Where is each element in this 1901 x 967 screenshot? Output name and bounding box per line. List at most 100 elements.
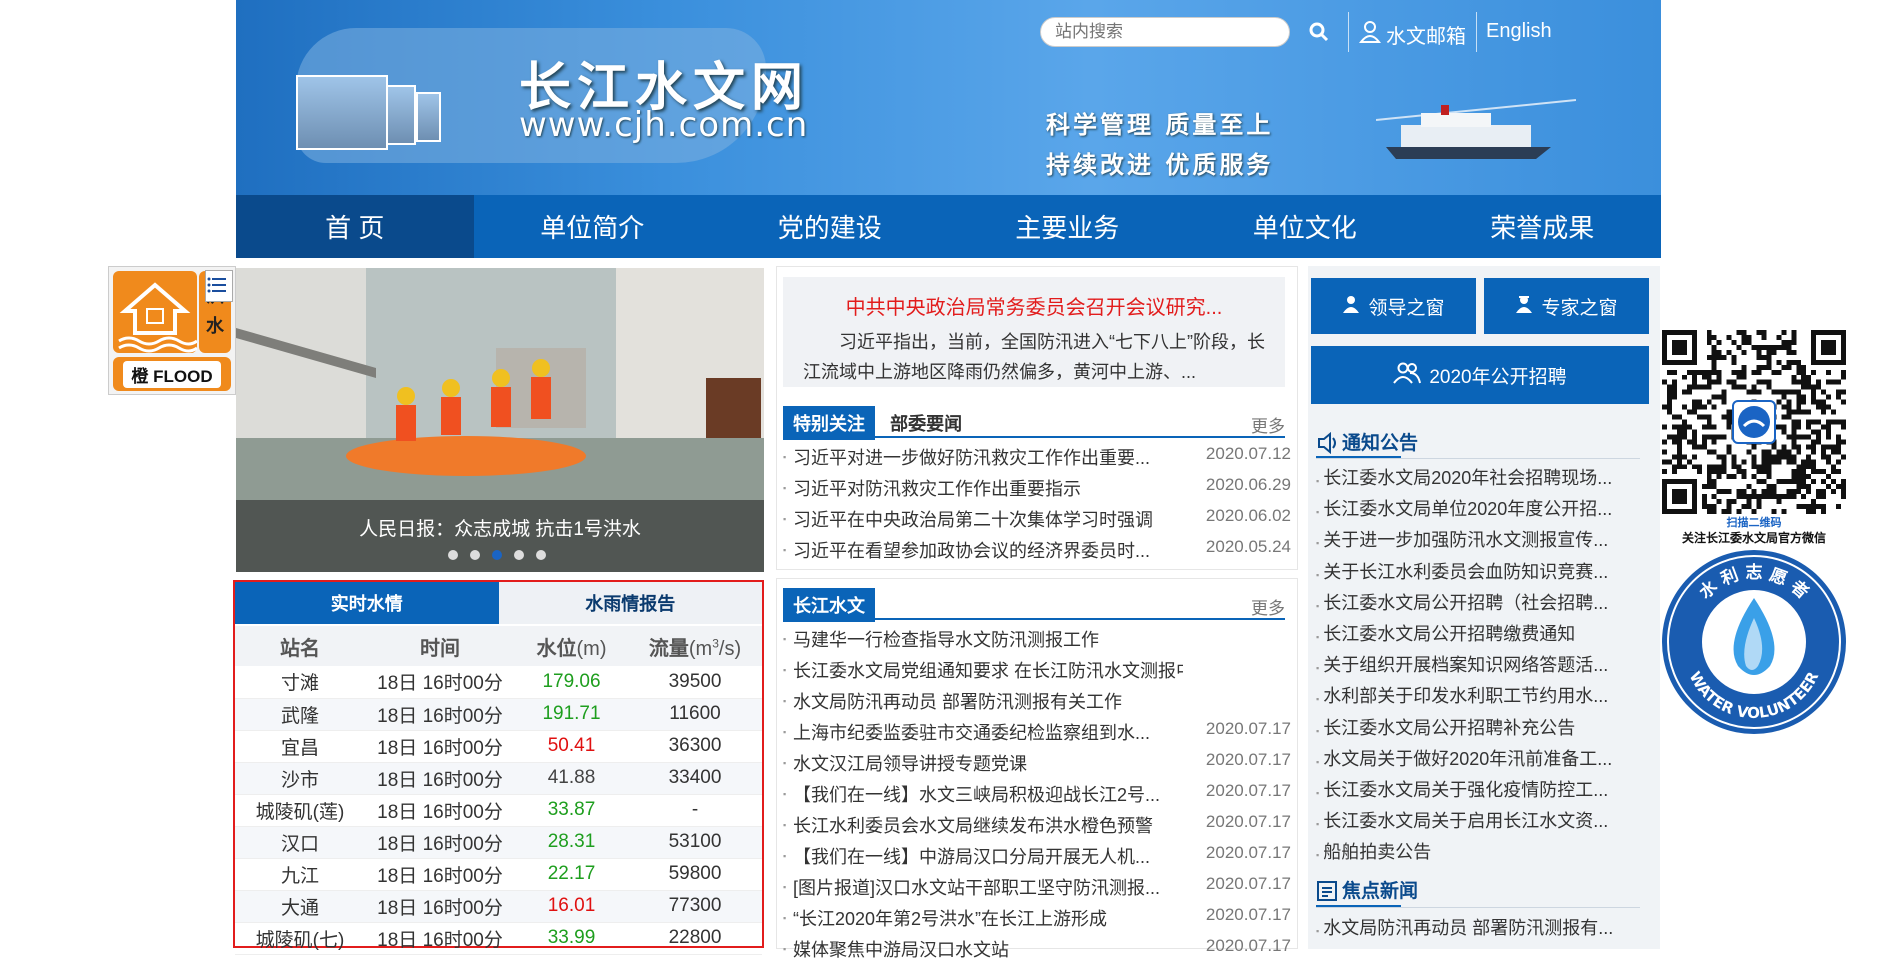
carousel-dot[interactable] [448,550,458,560]
news-item[interactable]: ▪ 水文汉江局领导讲授专题党课 2020.07.17 [783,750,1291,781]
nav-about[interactable]: 单位简介 [474,195,712,258]
news-item[interactable]: ▪ 【我们在一线】中游局汉口分局开展无人机... 2020.07.17 [783,843,1291,874]
news-title[interactable]: 【我们在一线】水文三峡局积极迎战长江2号... [793,781,1183,807]
nav-culture[interactable]: 单位文化 [1186,195,1424,258]
bullet-icon: ▪ [1316,694,1320,705]
cjsw-more-link[interactable]: 更多 [1251,594,1285,619]
table-row[interactable]: 沙市 18日 16时00分 41.88 33400 [235,762,762,795]
list-item[interactable]: ▪ 关于进一步加强防汛水文测报宣传... [1316,526,1636,557]
tab-ministry-news[interactable]: 部委要闻 [880,406,972,440]
news-title[interactable]: 水文汉江局领导讲授专题党课 [793,750,1183,776]
list-item[interactable]: ▪ 长江委水文局公开招聘补充公告 [1316,714,1636,745]
table-row[interactable]: 武隆 18日 16时00分 191.71 11600 [235,698,762,731]
focus-title[interactable]: 焦点新闻 [1342,881,1418,902]
table-row[interactable]: 城陵矶(七) 18日 16时00分 33.99 22800 [235,922,762,955]
search-icon[interactable] [1307,20,1331,44]
news-title[interactable]: 上海市纪委监委驻市交通委纪检监察组到水... [793,719,1183,745]
special-news-list: ▪ 习近平对进一步做好防汛救灾工作作出重要... 2020.07.12 ▪ 习近平对防汛… [783,438,1291,562]
news-title[interactable]: 媒体聚焦中游局汉口水文站 [793,936,1183,962]
tab-cjsw[interactable]: 长江水文 [783,588,875,622]
station-cell: 宜昌 [235,730,365,763]
news-title[interactable]: 长江委水文局党组通知要求 在长江防汛水文测报中充分... [793,657,1183,683]
news-item[interactable]: ▪ 习近平在中央政治局第二十次集体学习时强调 2020.06.02 [783,506,1291,537]
notice-title[interactable]: 通知公告 [1342,433,1418,454]
news-title[interactable]: 习近平在看望参加政协会议的经济界委员时... [793,537,1183,563]
news-title[interactable]: 习近平在中央政治局第二十次集体学习时强调 [793,506,1183,532]
carousel-dot[interactable] [470,550,480,560]
news-item[interactable]: ▪ 长江委水文局党组通知要求 在长江防汛水文测报中充分... [783,657,1291,688]
news-item[interactable]: ▪ 习近平对进一步做好防汛救灾工作作出重要... 2020.07.12 [783,444,1291,475]
list-icon[interactable] [205,270,233,302]
carousel-dot[interactable] [536,550,546,560]
special-more-link[interactable]: 更多 [1251,412,1285,437]
station-cell: 沙市 [235,762,365,795]
list-item[interactable]: ▪ 长江委水文局公开招聘（社会招聘... [1316,589,1636,620]
list-item[interactable]: ▪ 船舶拍卖公告 [1316,838,1636,869]
nav-honors[interactable]: 荣誉成果 [1424,195,1662,258]
list-item[interactable]: ▪ 长江委水文局公开招聘缴费通知 [1316,620,1636,651]
list-item[interactable]: ▪长江委水文局党组通知要求 在长江... [1316,945,1636,949]
list-item[interactable]: ▪ 长江委水文局关于强化疫情防控工... [1316,776,1636,807]
news-title[interactable]: 习近平对防汛救灾工作作出重要指示 [793,475,1183,501]
table-row[interactable]: 九江 18日 16时00分 22.17 59800 [235,858,762,891]
news-item[interactable]: ▪ 媒体聚焦中游局汉口水文站 2020.07.17 [783,936,1291,967]
table-row[interactable]: 大通 18日 16时00分 16.01 77300 [235,890,762,923]
main-nav: 首 页 单位简介 党的建设 主要业务 单位文化 荣誉成果 [236,195,1661,258]
search-input[interactable] [1040,17,1290,47]
carousel-dot[interactable] [514,550,524,560]
list-item[interactable]: ▪ 关于组织开展档案知识网络答题活... [1316,651,1636,682]
news-item[interactable]: ▪ 习近平对防汛救灾工作作出重要指示 2020.06.29 [783,475,1291,506]
news-item[interactable]: ▪ 长江水利委员会水文局继续发布洪水橙色预警 2020.07.17 [783,812,1291,843]
table-row[interactable]: 寸滩 18日 16时00分 179.06 39500 [235,666,762,699]
news-item[interactable]: ▪ 水文局防汛再动员 部署防汛测报有关工作 [783,688,1291,719]
flood-level-text: 橙 FLOOD [123,360,221,388]
carousel-dot-active[interactable] [492,550,502,560]
mail-link[interactable]: 水文邮箱 [1386,20,1466,49]
list-item[interactable]: ▪ 长江委水文局2020年社会招聘现场... [1316,464,1636,495]
news-item[interactable]: ▪ 马建华一行检查指导水文防汛测报工作 [783,626,1291,657]
news-title[interactable]: [图片报道]汉口水文站干部职工坚守防汛测报... [793,874,1183,900]
english-link[interactable]: English [1486,20,1552,43]
nav-business[interactable]: 主要业务 [949,195,1187,258]
tab-realtime-water[interactable]: 实时水情 [235,582,499,624]
headline-box: 中共中央政治局常务委员会召开会议研究... 习近平指出，当前，全国防汛进入“七下… [783,277,1285,387]
nav-home[interactable]: 首 页 [236,195,474,258]
time-cell: 18日 16时00分 [365,922,515,955]
station-cell: 城陵矶(莲) [235,794,365,827]
news-item[interactable]: ▪ 习近平在看望参加政协会议的经济界委员时... 2020.05.24 [783,537,1291,568]
table-row[interactable]: 宜昌 18日 16时00分 50.41 36300 [235,730,762,763]
list-item[interactable]: ▪ 关于长江水利委员会血防知识竞赛... [1316,558,1636,589]
news-item[interactable]: ▪ “长江2020年第2号洪水”在长江上游形成 2020.07.17 [783,905,1291,936]
water-volunteer-logo[interactable]: 水 利 志 愿 者 WATER VOLUNTEER [1660,548,1848,736]
news-item[interactable]: ▪ [图片报道]汉口水文站干部职工坚守防汛测报... 2020.07.17 [783,874,1291,905]
expert-window-button[interactable]: 专家之窗 [1484,278,1649,334]
news-carousel[interactable]: 人民日报：众志成城 抗击1号洪水 [236,268,764,572]
list-item[interactable]: ▪ 水文局关于做好2020年汛前准备工... [1316,745,1636,776]
tab-special-focus[interactable]: 特别关注 [783,406,875,440]
table-row[interactable]: 城陵矶(莲) 18日 16时00分 33.87- [235,794,762,827]
tab-water-rain-report[interactable]: 水雨情报告 [498,582,762,624]
list-item[interactable]: ▪ 水利部关于印发水利职工节约用水... [1316,682,1636,713]
news-title[interactable]: “长江2020年第2号洪水”在长江上游形成 [793,905,1183,931]
news-item[interactable]: ▪ 上海市纪委监委驻市交通委纪检监察组到水... 2020.07.17 [783,719,1291,750]
list-item[interactable]: ▪ 长江委水文局单位2020年度公开招... [1316,495,1636,526]
recruit-button[interactable]: 2020年公开招聘 [1311,346,1649,404]
list-item-label: 关于长江水利委员会血防知识竞赛... [1323,561,1609,582]
list-item[interactable]: ▪ 长江委水文局关于启用长江水文资... [1316,807,1636,838]
leader-window-label: 领导之窗 [1368,297,1445,319]
news-title[interactable]: 水文局防汛再动员 部署防汛测报有关工作 [793,688,1183,714]
news-title[interactable]: 【我们在一线】中游局汉口分局开展无人机... [793,843,1183,869]
news-title[interactable]: 习近平对进一步做好防汛救灾工作作出重要... [793,444,1183,470]
headline-title[interactable]: 中共中央政治局常务委员会召开会议研究... [783,291,1285,320]
flood-warning-badge[interactable]: 洪 水 橙 FLOOD [108,266,236,395]
table-row[interactable]: 汉口 18日 16时00分 28.31 53100 [235,826,762,859]
user-icon[interactable] [1358,20,1382,44]
list-item[interactable]: ▪ 水文局防汛再动员 部署防汛测报有... [1316,914,1636,945]
news-title[interactable]: 长江水利委员会水文局继续发布洪水橙色预警 [793,812,1183,838]
leader-window-button[interactable]: 领导之窗 [1311,278,1476,334]
carousel-caption[interactable]: 人民日报：众志成城 抗击1号洪水 [236,514,764,541]
news-item[interactable]: ▪ 【我们在一线】水文三峡局积极迎战长江2号... 2020.07.17 [783,781,1291,812]
news-title[interactable]: 马建华一行检查指导水文防汛测报工作 [793,626,1183,652]
nav-party[interactable]: 党的建设 [711,195,949,258]
focus-divider [1316,907,1640,908]
